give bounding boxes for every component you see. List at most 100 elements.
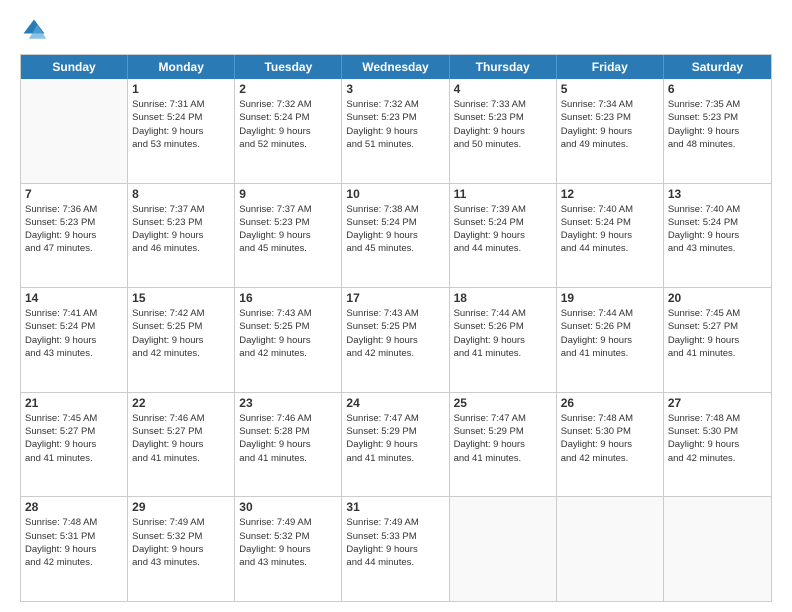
calendar-cell: 30 Sunrise: 7:49 AMSunset: 5:32 PMDayligh…: [235, 497, 342, 601]
weekday-header: Saturday: [664, 55, 771, 79]
day-number: 24: [346, 396, 444, 410]
day-info: Sunrise: 7:33 AMSunset: 5:23 PMDaylight:…: [454, 98, 552, 151]
day-number: 18: [454, 291, 552, 305]
day-number: 4: [454, 82, 552, 96]
day-info: Sunrise: 7:37 AMSunset: 5:23 PMDaylight:…: [239, 203, 337, 256]
day-info: Sunrise: 7:44 AMSunset: 5:26 PMDaylight:…: [454, 307, 552, 360]
day-info: Sunrise: 7:43 AMSunset: 5:25 PMDaylight:…: [239, 307, 337, 360]
day-number: 12: [561, 187, 659, 201]
calendar-cell: 31 Sunrise: 7:49 AMSunset: 5:33 PMDayligh…: [342, 497, 449, 601]
day-info: Sunrise: 7:41 AMSunset: 5:24 PMDaylight:…: [25, 307, 123, 360]
day-number: 20: [668, 291, 767, 305]
calendar-cell: 24Sunrise: 7:47 AMSunset: 5:29 PMDayligh…: [342, 393, 449, 497]
calendar-cell: 19 Sunrise: 7:44 AMSunset: 5:26 PMDayligh…: [557, 288, 664, 392]
day-number: 25: [454, 396, 552, 410]
calendar-cell: [21, 79, 128, 183]
day-number: 14: [25, 291, 123, 305]
day-info: Sunrise: 7:42 AMSunset: 5:25 PMDaylight:…: [132, 307, 230, 360]
day-info: Sunrise: 7:48 AMSunset: 5:30 PMDaylight:…: [668, 412, 767, 465]
day-number: 27: [668, 396, 767, 410]
calendar-cell: 7 Sunrise: 7:36 AMSunset: 5:23 PMDaylight…: [21, 184, 128, 288]
calendar-cell: 17 Sunrise: 7:43 AMSunset: 5:25 PMDayligh…: [342, 288, 449, 392]
calendar-cell: 28 Sunrise: 7:48 AMSunset: 5:31 PMDayligh…: [21, 497, 128, 601]
day-number: 29: [132, 500, 230, 514]
calendar-cell: [450, 497, 557, 601]
day-number: 21: [25, 396, 123, 410]
day-number: 5: [561, 82, 659, 96]
calendar-row: 14 Sunrise: 7:41 AMSunset: 5:24 PMDayligh…: [21, 288, 771, 393]
calendar-cell: 8 Sunrise: 7:37 AMSunset: 5:23 PMDaylight…: [128, 184, 235, 288]
calendar-cell: 22 Sunrise: 7:46 AMSunset: 5:27 PMDayligh…: [128, 393, 235, 497]
calendar-cell: 15 Sunrise: 7:42 AMSunset: 5:25 PMDayligh…: [128, 288, 235, 392]
day-number: 22: [132, 396, 230, 410]
calendar-header: SundayMondayTuesdayWednesdayThursdayFrid…: [21, 55, 771, 79]
calendar-cell: 4 Sunrise: 7:33 AMSunset: 5:23 PMDaylight…: [450, 79, 557, 183]
calendar-body: 1 Sunrise: 7:31 AMSunset: 5:24 PMDaylight…: [21, 79, 771, 601]
weekday-header: Monday: [128, 55, 235, 79]
day-number: 15: [132, 291, 230, 305]
day-number: 28: [25, 500, 123, 514]
weekday-header: Friday: [557, 55, 664, 79]
calendar-cell: 6 Sunrise: 7:35 AMSunset: 5:23 PMDaylight…: [664, 79, 771, 183]
day-info: Sunrise: 7:47 AMSunset: 5:29 PMDaylight:…: [454, 412, 552, 465]
day-number: 7: [25, 187, 123, 201]
day-number: 26: [561, 396, 659, 410]
day-info: Sunrise: 7:49 AMSunset: 5:33 PMDaylight:…: [346, 516, 444, 569]
day-number: 30: [239, 500, 337, 514]
calendar-cell: 29Sunrise: 7:49 AMSunset: 5:32 PMDayligh…: [128, 497, 235, 601]
day-info: Sunrise: 7:40 AMSunset: 5:24 PMDaylight:…: [668, 203, 767, 256]
day-number: 6: [668, 82, 767, 96]
calendar-cell: 3Sunrise: 7:32 AMSunset: 5:23 PMDaylight…: [342, 79, 449, 183]
calendar-cell: 27 Sunrise: 7:48 AMSunset: 5:30 PMDayligh…: [664, 393, 771, 497]
day-info: Sunrise: 7:43 AMSunset: 5:25 PMDaylight:…: [346, 307, 444, 360]
day-info: Sunrise: 7:46 AMSunset: 5:27 PMDaylight:…: [132, 412, 230, 465]
day-info: Sunrise: 7:45 AMSunset: 5:27 PMDaylight:…: [25, 412, 123, 465]
day-number: 1: [132, 82, 230, 96]
calendar-cell: 12 Sunrise: 7:40 AMSunset: 5:24 PMDayligh…: [557, 184, 664, 288]
calendar-cell: 11 Sunrise: 7:39 AMSunset: 5:24 PMDayligh…: [450, 184, 557, 288]
day-number: 31: [346, 500, 444, 514]
day-number: 8: [132, 187, 230, 201]
day-info: Sunrise: 7:44 AMSunset: 5:26 PMDaylight:…: [561, 307, 659, 360]
day-info: Sunrise: 7:36 AMSunset: 5:23 PMDaylight:…: [25, 203, 123, 256]
day-number: 19: [561, 291, 659, 305]
calendar-cell: 14 Sunrise: 7:41 AMSunset: 5:24 PMDayligh…: [21, 288, 128, 392]
calendar-row: 7 Sunrise: 7:36 AMSunset: 5:23 PMDaylight…: [21, 184, 771, 289]
weekday-header: Wednesday: [342, 55, 449, 79]
day-info: Sunrise: 7:37 AMSunset: 5:23 PMDaylight:…: [132, 203, 230, 256]
calendar-row: 21 Sunrise: 7:45 AMSunset: 5:27 PMDayligh…: [21, 393, 771, 498]
logo-icon: [20, 16, 48, 44]
calendar-cell: 18 Sunrise: 7:44 AMSunset: 5:26 PMDayligh…: [450, 288, 557, 392]
day-info: Sunrise: 7:34 AMSunset: 5:23 PMDaylight:…: [561, 98, 659, 151]
day-info: Sunrise: 7:39 AMSunset: 5:24 PMDaylight:…: [454, 203, 552, 256]
calendar-cell: 20Sunrise: 7:45 AMSunset: 5:27 PMDayligh…: [664, 288, 771, 392]
day-info: Sunrise: 7:35 AMSunset: 5:23 PMDaylight:…: [668, 98, 767, 151]
day-number: 2: [239, 82, 337, 96]
day-info: Sunrise: 7:40 AMSunset: 5:24 PMDaylight:…: [561, 203, 659, 256]
calendar-cell: 1 Sunrise: 7:31 AMSunset: 5:24 PMDaylight…: [128, 79, 235, 183]
day-info: Sunrise: 7:49 AMSunset: 5:32 PMDaylight:…: [239, 516, 337, 569]
day-number: 16: [239, 291, 337, 305]
weekday-header: Thursday: [450, 55, 557, 79]
calendar-cell: 13Sunrise: 7:40 AMSunset: 5:24 PMDayligh…: [664, 184, 771, 288]
day-number: 9: [239, 187, 337, 201]
day-info: Sunrise: 7:48 AMSunset: 5:31 PMDaylight:…: [25, 516, 123, 569]
calendar-cell: 26Sunrise: 7:48 AMSunset: 5:30 PMDayligh…: [557, 393, 664, 497]
calendar-cell: 21 Sunrise: 7:45 AMSunset: 5:27 PMDayligh…: [21, 393, 128, 497]
calendar-cell: [557, 497, 664, 601]
calendar-cell: 23Sunrise: 7:46 AMSunset: 5:28 PMDayligh…: [235, 393, 342, 497]
calendar-cell: 16 Sunrise: 7:43 AMSunset: 5:25 PMDayligh…: [235, 288, 342, 392]
calendar-row: 28 Sunrise: 7:48 AMSunset: 5:31 PMDayligh…: [21, 497, 771, 601]
day-info: Sunrise: 7:32 AMSunset: 5:24 PMDaylight:…: [239, 98, 337, 151]
day-number: 23: [239, 396, 337, 410]
header: [20, 16, 772, 44]
calendar-cell: 25 Sunrise: 7:47 AMSunset: 5:29 PMDayligh…: [450, 393, 557, 497]
calendar-cell: 10Sunrise: 7:38 AMSunset: 5:24 PMDayligh…: [342, 184, 449, 288]
calendar-row: 1 Sunrise: 7:31 AMSunset: 5:24 PMDaylight…: [21, 79, 771, 184]
day-info: Sunrise: 7:31 AMSunset: 5:24 PMDaylight:…: [132, 98, 230, 151]
day-number: 17: [346, 291, 444, 305]
day-number: 3: [346, 82, 444, 96]
day-number: 11: [454, 187, 552, 201]
page: SundayMondayTuesdayWednesdayThursdayFrid…: [0, 0, 792, 612]
weekday-header: Tuesday: [235, 55, 342, 79]
